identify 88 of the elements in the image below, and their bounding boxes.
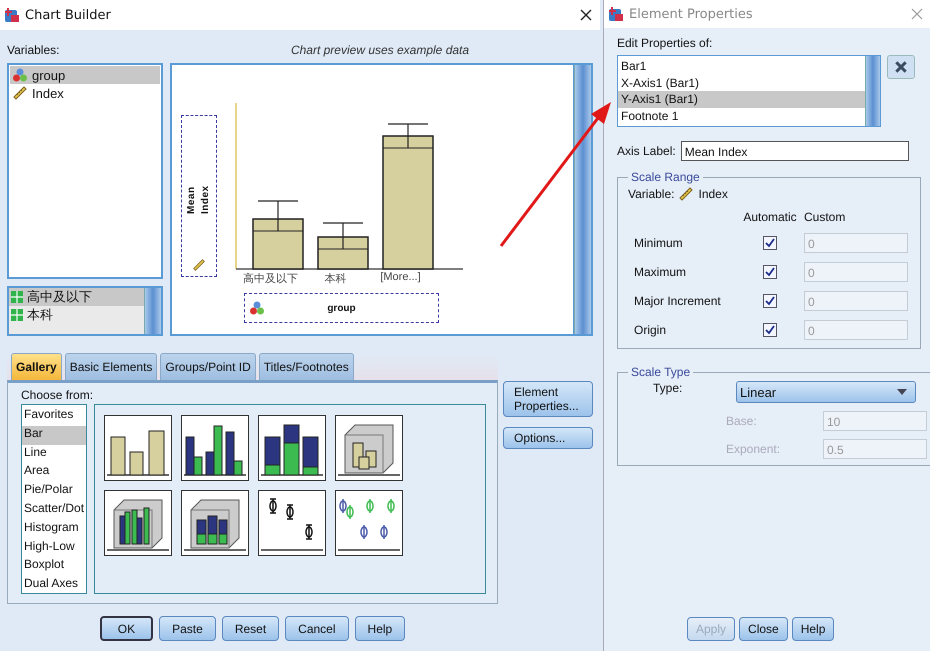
nominal-variable-icon <box>12 67 28 83</box>
dialog-button[interactable]: Reset <box>222 616 280 641</box>
automatic-checkbox[interactable] <box>763 236 777 250</box>
dialog-button[interactable]: Cancel <box>285 616 349 641</box>
scale-row-label: Minimum <box>633 236 684 250</box>
tab[interactable]: Titles/Footnotes <box>258 353 354 380</box>
type-dropdown[interactable]: Linear <box>736 381 916 403</box>
delete-button[interactable] <box>887 55 915 79</box>
automatic-checkbox[interactable] <box>763 265 777 279</box>
group-title: Scale Range <box>630 170 701 184</box>
chart-type-item[interactable]: Histogram <box>22 520 86 539</box>
category-icon <box>11 291 23 304</box>
element-item[interactable]: X-Axis1 (Bar1) <box>618 74 865 91</box>
side-button[interactable]: Options... <box>503 427 593 449</box>
ruler-icon <box>678 186 694 202</box>
variable-label: Variable: <box>628 187 674 201</box>
close-icon <box>894 60 908 74</box>
field-label: Exponent: <box>726 442 782 456</box>
dialog-button[interactable]: OK <box>100 616 154 641</box>
variables-label: Variables: <box>7 43 60 57</box>
type-label: Type: <box>652 381 684 395</box>
automatic-checkbox[interactable] <box>763 294 777 308</box>
app-icon <box>4 7 20 23</box>
chart-type-item[interactable]: Scatter/Dot <box>22 500 86 520</box>
variable-item[interactable]: group <box>10 66 160 84</box>
chart-type-item[interactable]: Bar <box>22 426 86 445</box>
scale-row-label: Origin <box>633 323 668 337</box>
automatic-checkbox[interactable] <box>763 323 777 337</box>
column-header: Custom <box>804 210 846 224</box>
window-title: Element Properties <box>629 6 754 22</box>
element-item[interactable]: Footnote 1 <box>618 108 865 124</box>
chart-thumbnail[interactable] <box>104 490 172 556</box>
dialog-button[interactable]: Close <box>739 617 788 641</box>
axis-label-field[interactable]: Mean Index <box>680 141 909 161</box>
window-title: Chart Builder <box>25 8 112 22</box>
preview-caption: Chart preview uses example data <box>290 43 470 57</box>
category-item[interactable]: 本科 <box>9 306 144 324</box>
category-icon <box>11 309 23 322</box>
y-axis-drop-zone[interactable]: Mean Index <box>181 115 217 277</box>
nominal-variable-icon <box>249 300 265 316</box>
category-label: 高中及以下 <box>242 272 299 286</box>
choose-from-label: Choose from: <box>21 388 94 404</box>
chart-type-item[interactable]: Favorites <box>22 407 86 426</box>
scrollbar[interactable] <box>574 65 591 334</box>
ruler-icon <box>12 85 28 101</box>
chart-thumbnail[interactable] <box>104 415 172 481</box>
tab[interactable]: Groups/Point ID <box>160 353 256 380</box>
group-title: Scale Type <box>630 365 692 379</box>
dialog-button[interactable]: Paste <box>159 616 216 641</box>
dialog-button[interactable]: Help <box>354 616 406 641</box>
category-label: [More...] <box>379 271 422 285</box>
y-axis-label: Mean Index <box>185 184 212 214</box>
chart-type-item[interactable]: Dual Axes <box>22 576 86 595</box>
scale-row-label: Maximum <box>633 265 688 279</box>
category-item[interactable]: 高中及以下 <box>9 288 144 306</box>
field-label: Base: <box>726 414 758 428</box>
chart-type-item[interactable]: Area <box>22 463 86 482</box>
tab[interactable]: Gallery <box>11 353 62 380</box>
chart-thumbnail[interactable] <box>335 415 403 481</box>
edit-properties-label: Edit Properties of: <box>617 36 714 50</box>
chart-thumbnail[interactable] <box>181 490 249 556</box>
element-item[interactable]: Y-Axis1 (Bar1) <box>618 91 865 108</box>
chart-type-item[interactable]: High-Low <box>22 538 86 558</box>
variable-item[interactable]: Index <box>10 84 160 102</box>
chart-thumbnail[interactable] <box>258 490 326 556</box>
chart-thumbnail[interactable] <box>258 415 326 481</box>
category-label: 本科 <box>324 272 348 286</box>
x-axis-variable: group <box>326 302 357 314</box>
column-header: Automatic <box>742 210 798 224</box>
chart-thumbnail[interactable] <box>335 490 403 556</box>
chart-thumbnail[interactable] <box>181 415 249 481</box>
variable-name: Index <box>698 187 728 201</box>
side-button[interactable]: Element Properties... <box>503 381 593 417</box>
chart-type-item[interactable]: Pie/Polar <box>22 482 86 501</box>
axis-label-label: Axis Label: <box>617 144 676 158</box>
close-icon[interactable] <box>580 9 592 21</box>
tab[interactable]: Basic Elements <box>64 353 158 380</box>
scrollbar[interactable] <box>865 56 880 126</box>
dialog-button[interactable]: Help <box>792 617 834 641</box>
chart-type-item[interactable]: Line <box>22 444 86 464</box>
element-item[interactable]: Bar1 <box>618 58 865 74</box>
dropdown-caret-icon <box>897 389 907 395</box>
ruler-icon <box>192 258 206 272</box>
app-icon <box>608 6 624 22</box>
scale-row-label: Major Increment <box>633 294 722 308</box>
scrollbar[interactable] <box>144 288 161 334</box>
x-axis-drop-zone[interactable]: group <box>244 293 439 323</box>
chart-type-item[interactable]: Boxplot <box>22 557 86 576</box>
